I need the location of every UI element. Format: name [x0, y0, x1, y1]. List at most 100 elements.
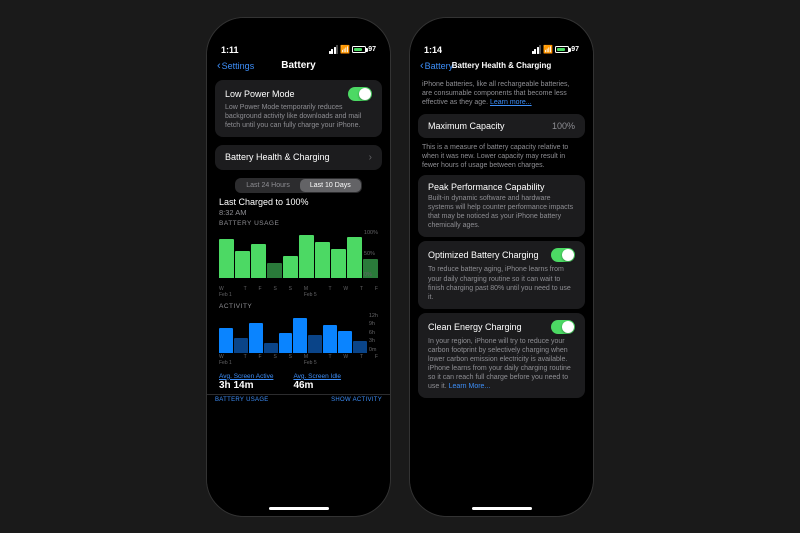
activity-label: ACTIVITY	[207, 300, 390, 311]
bar-4	[267, 263, 282, 277]
peak-performance-row: Peak Performance Capability Built-in dyn…	[418, 175, 585, 237]
optimized-charging-desc: To reduce battery aging, iPhone learns f…	[428, 265, 575, 301]
time-tabs: Last 24 Hours Last 10 Days	[215, 178, 382, 193]
tab-10d[interactable]: Last 10 Days	[300, 179, 361, 192]
optimized-charging-toggle[interactable]	[551, 248, 575, 262]
tab-24h[interactable]: Last 24 Hours	[236, 179, 300, 192]
back-label-1: Settings	[222, 61, 255, 71]
bar-8	[331, 249, 346, 278]
act-x-t2: T	[328, 354, 331, 366]
x-label-w1: WFeb 1	[219, 286, 232, 298]
act-x-f1: F	[259, 354, 262, 366]
home-indicator-2	[472, 507, 532, 510]
battery-health-row[interactable]: Battery Health & Charging ›	[215, 145, 382, 170]
act-bar-9	[338, 331, 352, 353]
act-bar-10	[353, 341, 367, 353]
capacity-description: This is a measure of battery capacity re…	[410, 140, 593, 175]
clean-energy-desc: In your region, iPhone will try to reduc…	[428, 337, 575, 392]
nav-title-1: Battery	[281, 60, 315, 71]
x-label-s2: S	[289, 286, 292, 298]
clean-energy-label: Clean Energy Charging	[428, 322, 522, 332]
y-label-100: 100%	[364, 230, 378, 236]
x-label-f1: F	[259, 286, 262, 298]
status-icons-2: 📶 97	[532, 45, 579, 54]
x-label-t3: T	[360, 286, 363, 298]
low-power-row: Low Power Mode Low Power Mode temporaril…	[215, 80, 382, 137]
bar-2	[235, 251, 250, 277]
optimized-charging-label: Optimized Battery Charging	[428, 250, 539, 260]
health-description: iPhone batteries, like all rechargeable …	[410, 76, 593, 114]
act-bar-1	[219, 328, 233, 353]
phone-2-screen: 1:14 📶 97	[410, 18, 593, 516]
act-y-6h: 6h	[369, 330, 378, 336]
clean-energy-toggle[interactable]	[551, 320, 575, 334]
phone-1: 1:11 📶 97	[206, 17, 391, 517]
x-label-f2: F	[375, 286, 378, 298]
battery-usage-label: BATTERY USAGE	[207, 217, 390, 228]
wifi-icon-2: 📶	[543, 45, 553, 54]
optimized-charging-row: Optimized Battery Charging To reduce bat…	[418, 241, 585, 308]
status-bar-1: 1:11 📶 97	[207, 36, 390, 58]
back-button-2[interactable]: ‹ Battery	[420, 60, 453, 72]
act-y-12h: 12h	[369, 313, 378, 319]
nav-title-2: Battery Health & Charging	[452, 61, 552, 70]
phone-1-screen: 1:11 📶 97	[207, 18, 390, 516]
act-y-0: 0m	[369, 347, 378, 353]
x-label-m1: MFeb 5	[304, 286, 317, 298]
low-power-label: Low Power Mode	[225, 89, 295, 99]
act-x-m1: MFeb 5	[304, 354, 317, 366]
home-indicator-1	[269, 507, 329, 510]
last-charged-time: 8:32 AM	[207, 208, 390, 217]
screen-idle-value: 46m	[293, 380, 341, 391]
act-x-t1: T	[244, 354, 247, 366]
back-button-1[interactable]: ‹ Settings	[217, 60, 254, 72]
max-capacity-label: Maximum Capacity	[428, 121, 505, 131]
act-bar-6	[293, 318, 307, 353]
bar-6	[299, 235, 314, 278]
activity-bars	[219, 313, 367, 353]
low-power-toggle[interactable]	[348, 87, 372, 101]
back-label-2: Battery	[425, 61, 454, 71]
back-arrow-1: ‹	[217, 60, 221, 72]
screen-content-2: iPhone batteries, like all rechargeable …	[410, 76, 593, 503]
peak-performance-header: Peak Performance Capability	[428, 182, 575, 192]
bottom-nav-right[interactable]: SHOW ACTIVITY	[331, 397, 382, 403]
chart-x-labels: WFeb 1 T F S S MFeb 5 T W T F	[219, 286, 378, 298]
act-x-labels: WFeb 1 T F S S MFeb 5 T W T F	[219, 354, 378, 366]
act-x-f2: F	[375, 354, 378, 366]
dynamic-island-1	[274, 18, 324, 34]
bar-5	[283, 256, 298, 278]
act-x-w2: W	[343, 354, 348, 366]
signal-bar-2-2	[534, 49, 536, 54]
signal-bar-2-4	[539, 45, 541, 54]
battery-health-label: Battery Health & Charging	[225, 152, 330, 162]
bar-7	[315, 242, 330, 278]
act-bar-5	[279, 333, 293, 353]
bottom-nav-left[interactable]: BATTERY USAGE	[215, 397, 269, 403]
act-bar-3	[249, 323, 263, 353]
screen-active-value: 3h 14m	[219, 380, 273, 391]
act-y-9h: 9h	[369, 321, 378, 327]
phone-2: 1:14 📶 97	[409, 17, 594, 517]
act-bar-4	[264, 343, 278, 353]
y-label-0: 0%	[364, 272, 378, 278]
x-label-t1: T	[244, 286, 247, 298]
optimized-charging-header: Optimized Battery Charging	[428, 248, 575, 262]
x-label-s1: S	[273, 286, 276, 298]
battery-health-arrow: ›	[369, 152, 372, 163]
peak-performance-desc: Built-in dynamic software and hardware s…	[428, 194, 575, 230]
signal-bars-2	[532, 45, 542, 54]
battery-bars	[219, 230, 378, 278]
learn-more-link-2[interactable]: Learn More...	[449, 383, 491, 390]
battery-usage-chart: 100% 50% 0% WFeb 1 T F S S MFeb 5 T W	[207, 228, 390, 300]
screen-content-1: Low Power Mode Low Power Mode temporaril…	[207, 76, 390, 503]
status-time-1: 1:11	[221, 45, 239, 55]
last-charged-label: Last Charged to 100%	[207, 195, 390, 208]
bar-3	[251, 244, 266, 278]
clean-energy-row: Clean Energy Charging In your region, iP…	[418, 313, 585, 399]
act-bar-7	[308, 335, 322, 353]
battery-percent-1: 97	[368, 46, 376, 53]
learn-more-link-1[interactable]: Learn more...	[490, 99, 532, 106]
battery-icon-2	[555, 46, 569, 53]
act-bar-2	[234, 338, 248, 353]
